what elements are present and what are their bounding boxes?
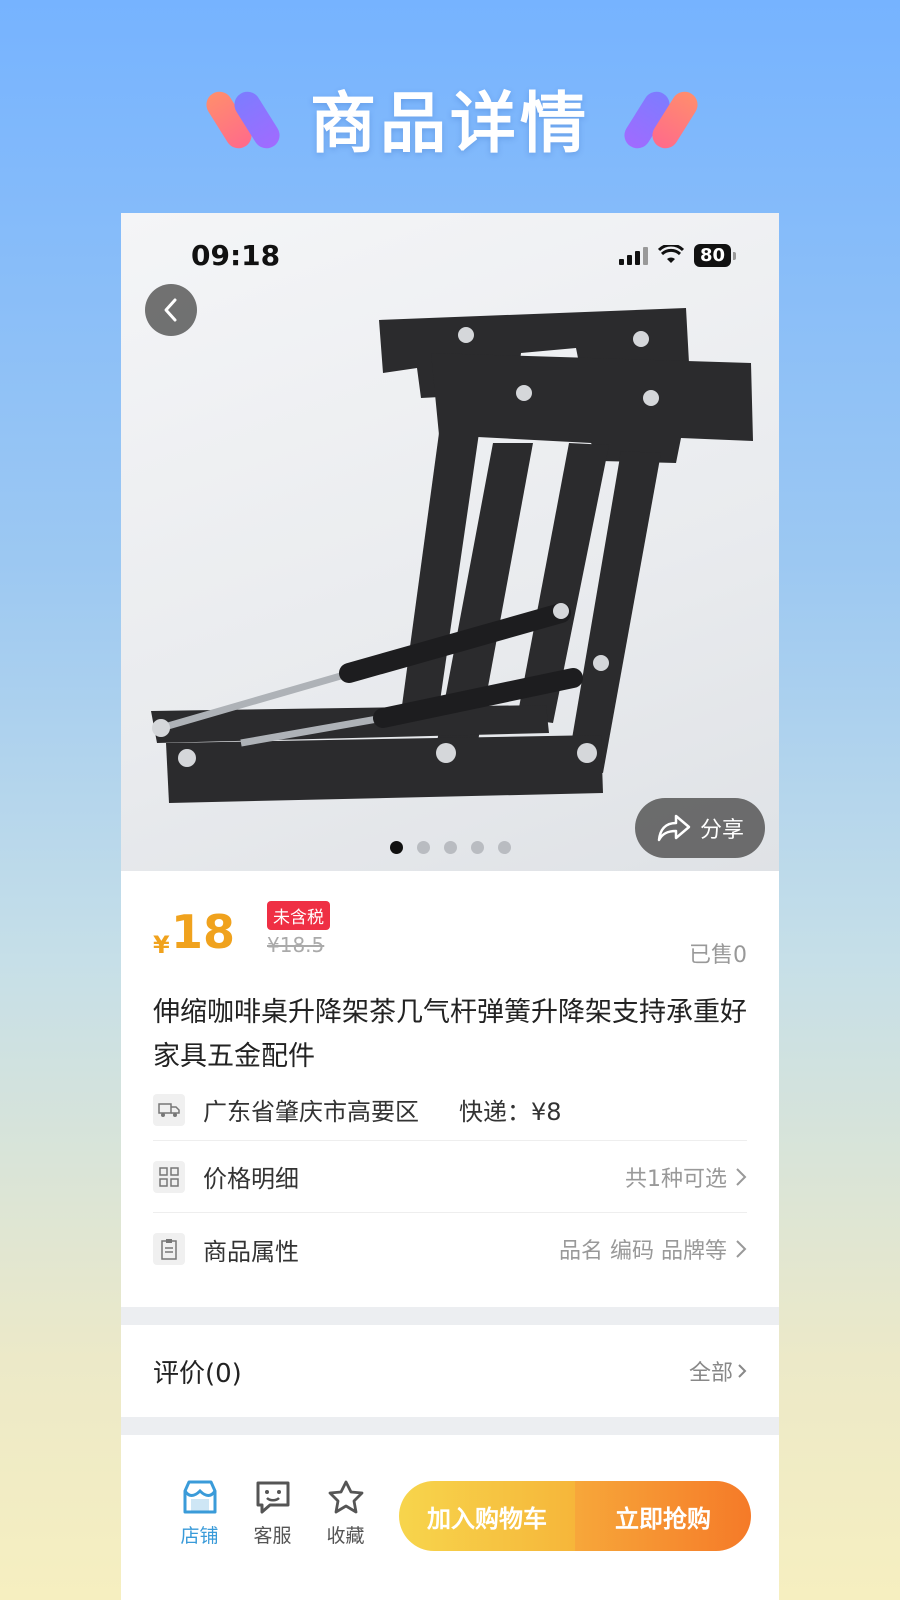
banner-deco-right-icon <box>619 83 703 154</box>
store-icon <box>183 1480 216 1514</box>
price-row: ¥ 18 未含税 ¥18.5 已售0 <box>153 899 747 977</box>
price-detail-label: 价格明细 <box>203 1165 299 1193</box>
section-divider <box>121 1307 779 1325</box>
product-gallery[interactable]: 09:18 80 分享 <box>121 213 779 871</box>
gallery-dot[interactable] <box>443 841 457 854</box>
buy-now-button[interactable]: 立即抢购 <box>575 1481 751 1551</box>
reviews-all-link[interactable]: 全部 <box>689 1355 747 1387</box>
tab-customer-service[interactable]: 客服 <box>236 1479 309 1548</box>
chevron-right-icon <box>738 1364 747 1378</box>
section-divider <box>121 1417 779 1435</box>
tab-favorite[interactable]: 收藏 <box>309 1479 382 1548</box>
shipping-fee: 快递：¥8 <box>459 1098 562 1126</box>
price-detail-options: 共1种可选 <box>625 1166 727 1192</box>
shipping-location: 广东省肇庆市高要区 <box>203 1098 419 1126</box>
purchase-actions: 加入购物车 立即抢购 <box>399 1481 751 1551</box>
price-currency: ¥ <box>153 931 170 959</box>
product-info: ¥ 18 未含税 ¥18.5 已售0 伸缩咖啡桌升降架茶几气杆弹簧升降架支持承重… <box>121 871 779 1307</box>
attributes-value: 品名 编码 品牌等 <box>559 1233 747 1265</box>
grid-icon <box>153 1160 185 1193</box>
price-detail-row[interactable]: 价格明细 共1种可选 <box>153 1141 747 1213</box>
back-button[interactable] <box>145 284 197 336</box>
share-label: 分享 <box>699 818 744 843</box>
gallery-dot[interactable] <box>416 841 430 854</box>
clipboard-icon <box>153 1233 185 1265</box>
product-title: 伸缩咖啡桌升降架茶几气杆弹簧升降架支持承重好家具五金配件 <box>153 997 747 1072</box>
phone-screen: 09:18 80 分享 ¥ 18 未含税 ¥18.5 已售0 伸缩咖啡桌升降架茶… <box>121 213 779 1600</box>
signal-icon <box>618 245 648 265</box>
price-detail-value: 共1种可选 <box>625 1161 747 1193</box>
share-button[interactable]: 分享 <box>635 798 765 858</box>
reviews-title: 评价(0) <box>153 1358 242 1389</box>
reviews-section[interactable]: 评价(0) 全部 <box>121 1325 779 1417</box>
truck-icon <box>153 1093 185 1126</box>
banner-deco-left-icon <box>201 83 285 154</box>
share-icon <box>657 814 691 842</box>
bottom-action-bar: 店铺 客服 收藏 加入购物车 立即抢购 <box>121 1435 779 1600</box>
tab-store[interactable]: 店铺 <box>163 1479 236 1548</box>
add-to-cart-button[interactable]: 加入购物车 <box>399 1481 575 1551</box>
tax-badge: 未含税 <box>267 901 330 930</box>
chevron-right-icon <box>736 1167 747 1186</box>
tab-favorite-label: 收藏 <box>326 1525 365 1547</box>
attributes-row[interactable]: 商品属性 品名 编码 品牌等 <box>153 1213 747 1285</box>
shipping-row: 广东省肇庆市高要区 快递：¥8 <box>153 1079 747 1141</box>
chat-icon <box>256 1481 289 1514</box>
battery-icon: 80 <box>693 243 737 267</box>
wifi-icon <box>657 245 684 263</box>
original-price: ¥18.5 <box>267 933 325 957</box>
tab-store-label: 店铺 <box>180 1525 219 1547</box>
status-bar: 09:18 80 <box>121 235 779 275</box>
star-icon <box>328 1480 363 1514</box>
sold-count: 已售0 <box>689 943 747 968</box>
tab-service-label: 客服 <box>253 1525 292 1547</box>
chevron-right-icon <box>736 1240 747 1258</box>
status-icons: 80 <box>618 243 737 267</box>
gallery-dot[interactable] <box>497 841 511 854</box>
banner-title: 商品详情 <box>310 85 590 162</box>
product-image <box>151 308 753 803</box>
status-time: 09:18 <box>191 238 281 272</box>
attributes-summary: 品名 编码 品牌等 <box>559 1239 727 1264</box>
gallery-dot[interactable] <box>389 841 403 854</box>
reviews-all-label: 全部 <box>688 1361 733 1386</box>
price-value: 18 <box>171 905 236 959</box>
gallery-dot[interactable] <box>470 841 484 854</box>
attributes-label: 商品属性 <box>203 1237 299 1266</box>
page-banner: 商品详情 <box>0 68 900 168</box>
chevron-left-icon <box>164 298 177 322</box>
